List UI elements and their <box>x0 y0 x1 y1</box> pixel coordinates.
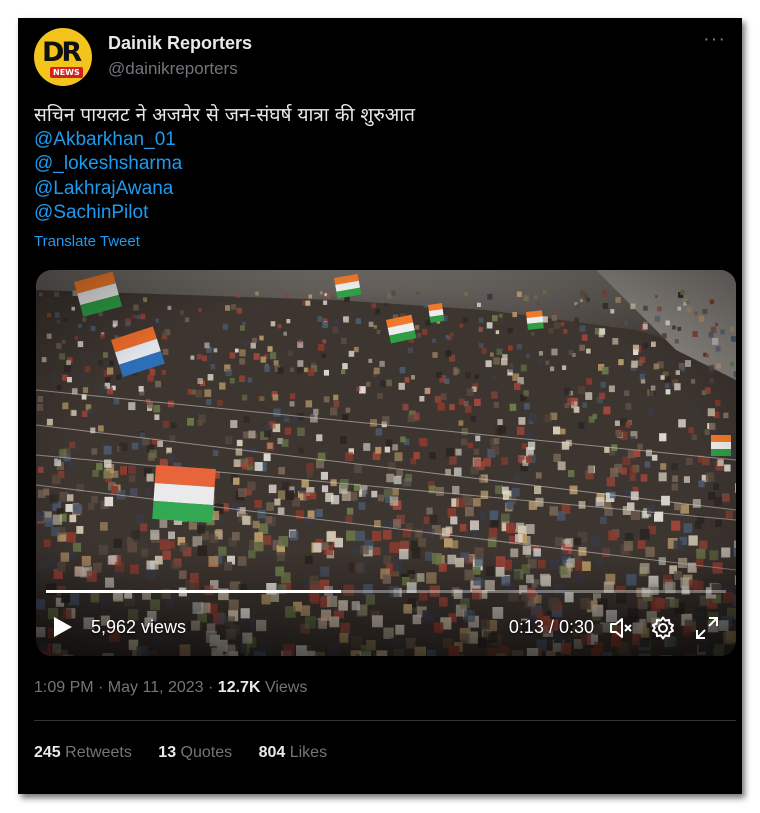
tweet-header: DR NEWS Dainik Reporters @dainikreporter… <box>34 28 726 88</box>
more-horizontal-icon: ··· <box>703 28 726 50</box>
author-name[interactable]: Dainik Reporters <box>108 33 252 54</box>
tweet-text: सचिन पायलट ने अजमेर से जन-संघर्ष यात्रा … <box>34 103 415 226</box>
mention-link[interactable]: @LakhrajAwana <box>34 177 415 202</box>
translate-tweet-link[interactable]: Translate Tweet <box>34 233 140 250</box>
tweet-body: सचिन पायलट ने अजमेर से जन-संघर्ष यात्रा … <box>34 104 415 126</box>
tweet-views-label: Views <box>260 679 308 696</box>
video-view-count: 5,962 views <box>91 617 187 637</box>
tweet-view-count: 12.7K <box>217 679 261 696</box>
tweet-timestamp[interactable]: 1:09 PM · May 11, 2023 · <box>34 679 218 696</box>
tweet-meta: 1:09 PM · May 11, 2023 · 12.7K Views <box>34 679 307 697</box>
video-progress-bar[interactable] <box>46 590 726 593</box>
quotes-stat[interactable]: 13 Quotes <box>158 744 232 761</box>
fullscreen-icon[interactable] <box>694 615 720 641</box>
video-time: 0:13 / 0:30 <box>508 617 594 637</box>
video-player[interactable]: 5,962 views 0:13 / 0:30 <box>36 270 736 656</box>
avatar-logo-text: DR <box>42 37 82 68</box>
video-progress-fill <box>46 590 341 593</box>
video-frame <box>36 270 736 656</box>
tweet-card: DR NEWS Dainik Reporters @dainikreporter… <box>18 18 742 794</box>
likes-count: 804 <box>258 744 286 761</box>
quotes-count: 13 <box>158 744 177 761</box>
tweet-stats: 245 Retweets 13 Quotes 804 Likes <box>34 744 349 762</box>
author-handle[interactable]: @dainikreporters <box>108 59 238 79</box>
divider <box>34 720 736 721</box>
play-icon[interactable] <box>50 615 74 639</box>
avatar-logo-subtext: NEWS <box>50 67 83 78</box>
likes-label: Likes <box>285 744 328 761</box>
mention-link[interactable]: @SachinPilot <box>34 201 415 226</box>
settings-icon[interactable] <box>650 615 676 641</box>
mention-link[interactable]: @Akbarkhan_01 <box>34 128 415 153</box>
avatar[interactable]: DR NEWS <box>34 28 92 86</box>
more-options-button[interactable]: ··· <box>703 28 726 51</box>
quotes-label: Quotes <box>176 744 233 761</box>
retweets-label: Retweets <box>60 744 132 761</box>
mute-icon[interactable] <box>608 615 634 641</box>
likes-stat[interactable]: 804 Likes <box>259 744 328 761</box>
mention-link[interactable]: @_lokeshsharma <box>34 152 415 177</box>
retweets-stat[interactable]: 245 Retweets <box>34 744 132 761</box>
retweets-count: 245 <box>34 744 61 761</box>
